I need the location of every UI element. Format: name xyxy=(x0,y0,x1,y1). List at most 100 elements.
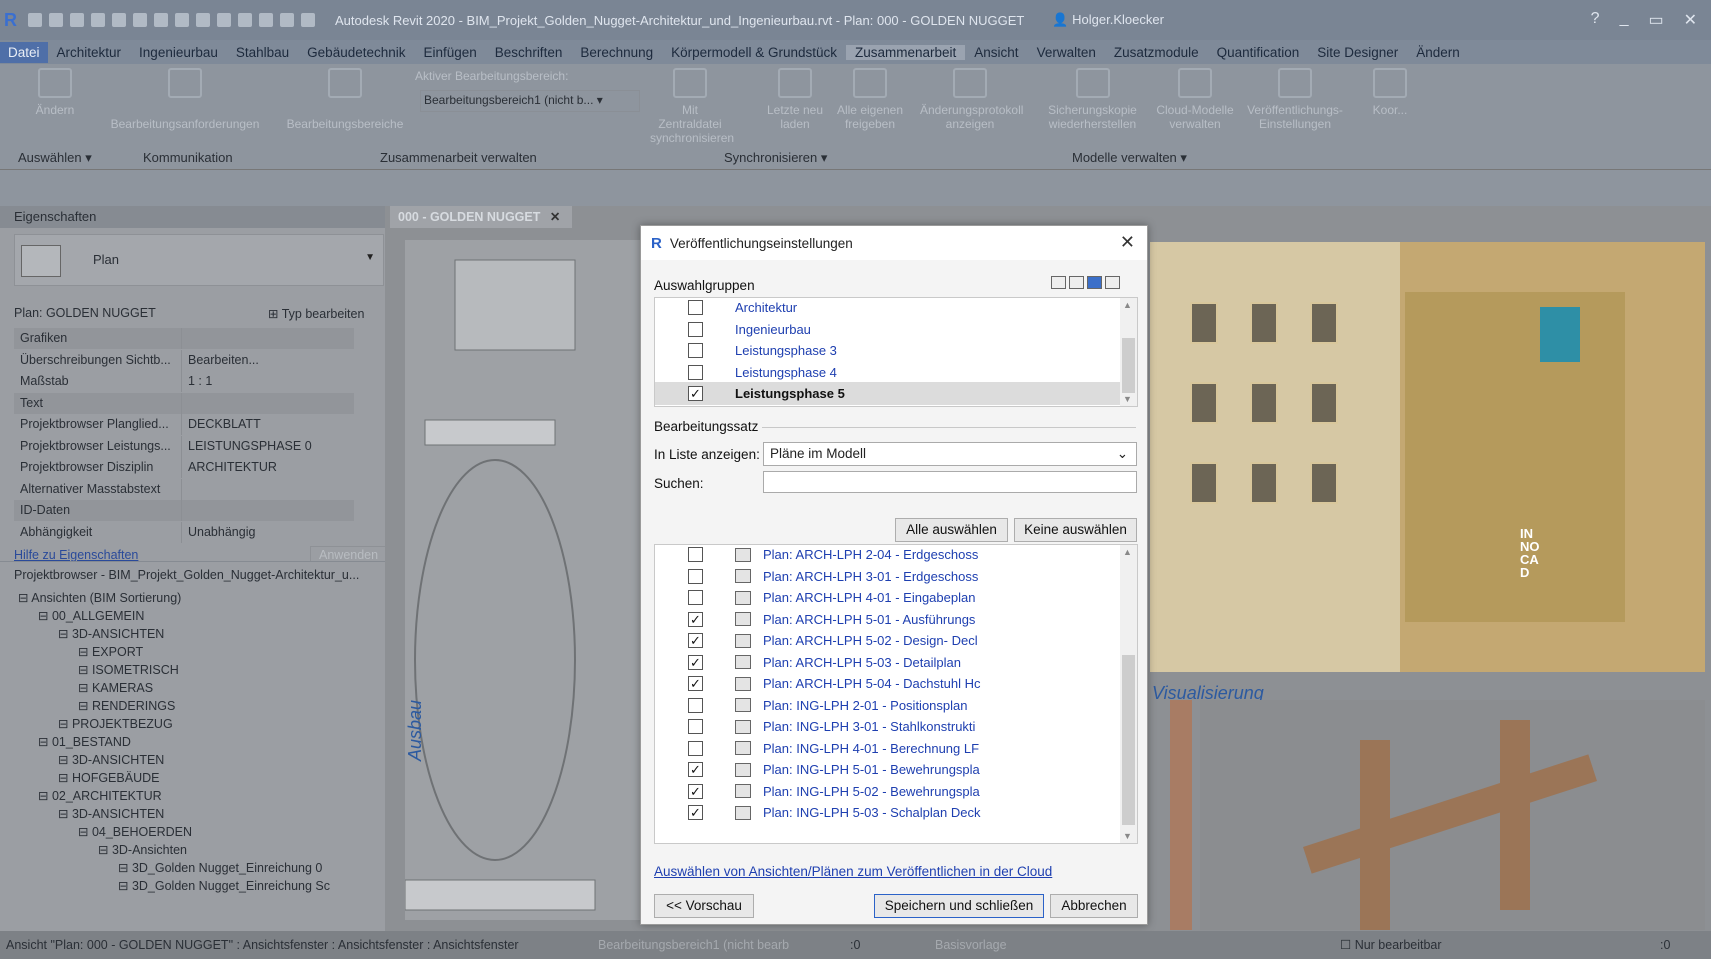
dimension-icon[interactable] xyxy=(175,13,189,27)
type-selector[interactable]: Plan ▼ xyxy=(14,234,384,286)
browser-tree-item[interactable]: ⊟ ISOMETRISCH xyxy=(78,662,179,677)
checkbox[interactable]: ✓ xyxy=(688,654,703,670)
checkbox[interactable] xyxy=(688,740,703,756)
select-none-button[interactable]: Keine auswählen xyxy=(1014,518,1137,542)
sync-icon[interactable] xyxy=(70,13,84,27)
menu-tab-9[interactable]: Zusammenarbeit xyxy=(845,44,966,60)
checkbox[interactable] xyxy=(688,719,703,734)
menu-tab-10[interactable]: Ansicht xyxy=(965,45,1027,60)
groups-scrollbar[interactable]: ▲ ▼ xyxy=(1120,298,1137,406)
duplicate-group-icon[interactable] xyxy=(1069,276,1084,289)
plan-list-item[interactable]: ✓ Plan: ING-LPH 5-03 - Schalplan Deck xyxy=(655,801,1121,824)
expand-icon[interactable]: ⊟ xyxy=(38,735,52,749)
property-value[interactable]: Unabhängig xyxy=(182,522,255,543)
browser-tree-item[interactable]: ⊟ PROJEKTBEZUG xyxy=(58,716,173,731)
expand-icon[interactable]: ⊟ xyxy=(118,861,132,875)
restore-backup-button[interactable]: Sicherungskopie wiederherstellen xyxy=(1040,68,1145,132)
menu-tab-6[interactable]: Beschriften xyxy=(486,45,572,60)
plans-scrollbar[interactable]: ▲ ▼ xyxy=(1120,545,1137,843)
print-icon[interactable] xyxy=(133,13,147,27)
worksets-button[interactable]: Bearbeitungsbereiche xyxy=(280,68,410,132)
plan-list-item[interactable]: Plan: ARCH-LPH 2-04 - Erdgeschoss xyxy=(655,545,1121,566)
design-option-status[interactable]: Basisvorlage xyxy=(935,931,1007,959)
menu-tab-5[interactable]: Einfügen xyxy=(415,45,486,60)
browser-tree-item[interactable]: ⊟ 00_ALLGEMEIN xyxy=(38,608,144,623)
expand-icon[interactable]: ⊟ xyxy=(58,753,72,767)
checkbox[interactable] xyxy=(688,321,703,337)
checkbox[interactable] xyxy=(688,364,703,380)
browser-tree-item[interactable]: ⊟ 3D_Golden Nugget_Einreichung 0 xyxy=(118,860,322,875)
expand-icon[interactable]: ⊟ xyxy=(78,663,92,677)
editing-requests-button[interactable]: Bearbeitungsanforderungen xyxy=(105,68,265,132)
checkbox[interactable]: ✓ xyxy=(688,783,703,799)
property-value[interactable]: 1 : 1 xyxy=(182,371,212,392)
selection-group-item[interactable]: Architektur xyxy=(655,298,1121,319)
checkbox[interactable] xyxy=(688,343,703,358)
checkbox[interactable]: ✓ xyxy=(688,611,703,627)
browser-tree-item[interactable]: ⊟ Ansichten (BIM Sortierung) xyxy=(18,590,181,605)
search-input[interactable] xyxy=(763,471,1137,493)
group-select[interactable]: Auswählen ▾ xyxy=(18,150,92,166)
editable-only-checkbox[interactable]: ☐ Nur bearbeitbar xyxy=(1340,931,1442,959)
selection-group-item[interactable]: Leistungsphase 4 xyxy=(655,361,1121,384)
properties-help-link[interactable]: Hilfe zu Eigenschaften xyxy=(14,548,138,562)
plan-list-item[interactable]: ✓ Plan: ARCH-LPH 5-03 - Detailplan xyxy=(655,651,1121,674)
text-icon[interactable] xyxy=(196,13,210,27)
minimize-icon[interactable]: _ xyxy=(1620,10,1629,30)
browser-tree-item[interactable]: ⊟ KAMERAS xyxy=(78,680,153,695)
expand-icon[interactable]: ⊟ xyxy=(38,609,52,623)
expand-icon[interactable]: ⊟ xyxy=(118,879,132,893)
revit-logo-icon[interactable]: R xyxy=(4,10,17,31)
property-value[interactable] xyxy=(182,479,188,500)
property-value[interactable]: LEISTUNGSPHASE 0 xyxy=(182,436,312,457)
plan-list-item[interactable]: ✓ Plan: ARCH-LPH 5-01 - Ausführungs xyxy=(655,608,1121,631)
plan-list-item[interactable]: ✓ Plan: ING-LPH 5-01 - Bewehrungspla xyxy=(655,758,1121,781)
checkbox[interactable] xyxy=(688,590,703,605)
menu-tab-3[interactable]: Stahlbau xyxy=(227,45,298,60)
relinquish-all-button[interactable]: Alle eigenen freigeben xyxy=(830,68,910,132)
expand-icon[interactable]: ⊟ xyxy=(58,717,72,731)
property-section[interactable]: Text xyxy=(14,392,354,414)
expand-icon[interactable]: ⊟ xyxy=(58,771,72,785)
menu-tab-2[interactable]: Ingenieurbau xyxy=(130,45,227,60)
checkbox[interactable] xyxy=(688,568,703,584)
checkbox[interactable]: ✓ xyxy=(688,633,703,648)
browser-tree-item[interactable]: ⊟ 02_ARCHITEKTUR xyxy=(38,788,162,803)
instance-filter[interactable]: Plan: GOLDEN NUGGET xyxy=(14,306,156,320)
menu-tab-15[interactable]: Ändern xyxy=(1407,45,1469,60)
property-value[interactable]: DECKBLATT xyxy=(182,414,261,435)
show-history-button[interactable]: Änderungsprotokoll anzeigen xyxy=(920,68,1023,132)
restore-icon[interactable]: ▭ xyxy=(1648,10,1663,30)
checkbox[interactable]: ✓ xyxy=(688,762,703,777)
plan-list-item[interactable]: Plan: ARCH-LPH 3-01 - Erdgeschoss xyxy=(655,565,1121,588)
menu-tab-12[interactable]: Zusatzmodule xyxy=(1105,45,1208,60)
selection-group-item[interactable]: Leistungsphase 3 xyxy=(655,339,1121,362)
menu-tab-7[interactable]: Berechnung xyxy=(571,45,662,60)
publish-settings-button[interactable]: Veröffentlichungs-Einstellungen xyxy=(1245,68,1345,132)
browser-tree-item[interactable]: ⊟ 01_BESTAND xyxy=(38,734,131,749)
selection-group-item[interactable]: Ingenieurbau xyxy=(655,318,1121,341)
browser-tree-item[interactable]: ⊟ 3D-ANSICHTEN xyxy=(58,806,164,821)
save-icon[interactable] xyxy=(49,13,63,27)
plan-list-item[interactable]: ✓ Plan: ING-LPH 5-02 - Bewehrungspla xyxy=(655,780,1121,803)
selection-group-item[interactable]: ✓ Leistungsphase 5 xyxy=(655,382,1121,405)
active-workset-select[interactable]: Bearbeitungsbereich1 (nicht b... ▾ xyxy=(420,90,640,112)
group-manage-models[interactable]: Modelle verwalten ▾ xyxy=(1072,150,1187,166)
new-group-icon[interactable] xyxy=(1051,276,1066,289)
menu-tab-4[interactable]: Gebäudetechnik xyxy=(298,45,414,60)
active-workset-status[interactable]: Bearbeitungsbereich1 (nicht bearb xyxy=(598,931,789,959)
browser-tree-item[interactable]: ⊟ 3D-ANSICHTEN xyxy=(58,752,164,767)
expand-icon[interactable]: ⊟ xyxy=(78,645,92,659)
browser-tree-item[interactable]: ⊟ 3D_Golden Nugget_Einreichung Sc xyxy=(118,878,330,893)
expand-icon[interactable]: ⊟ xyxy=(58,627,72,641)
expand-icon[interactable]: ⊟ xyxy=(78,825,92,839)
dialog-close-icon[interactable]: ✕ xyxy=(1120,232,1135,253)
browser-tree-item[interactable]: ⊟ RENDERINGS xyxy=(78,698,175,713)
browser-tree-item[interactable]: ⊟ EXPORT xyxy=(78,644,143,659)
property-value[interactable]: ARCHITEKTUR xyxy=(182,457,277,478)
cloud-publish-link[interactable]: Auswählen von Ansichten/Plänen zum Veröf… xyxy=(654,864,1052,879)
browser-tree-item[interactable]: ⊟ 3D-Ansichten xyxy=(98,842,187,857)
reload-latest-button[interactable]: Letzte neu laden xyxy=(760,68,830,132)
redo-icon[interactable] xyxy=(112,13,126,27)
measure-icon[interactable] xyxy=(154,13,168,27)
